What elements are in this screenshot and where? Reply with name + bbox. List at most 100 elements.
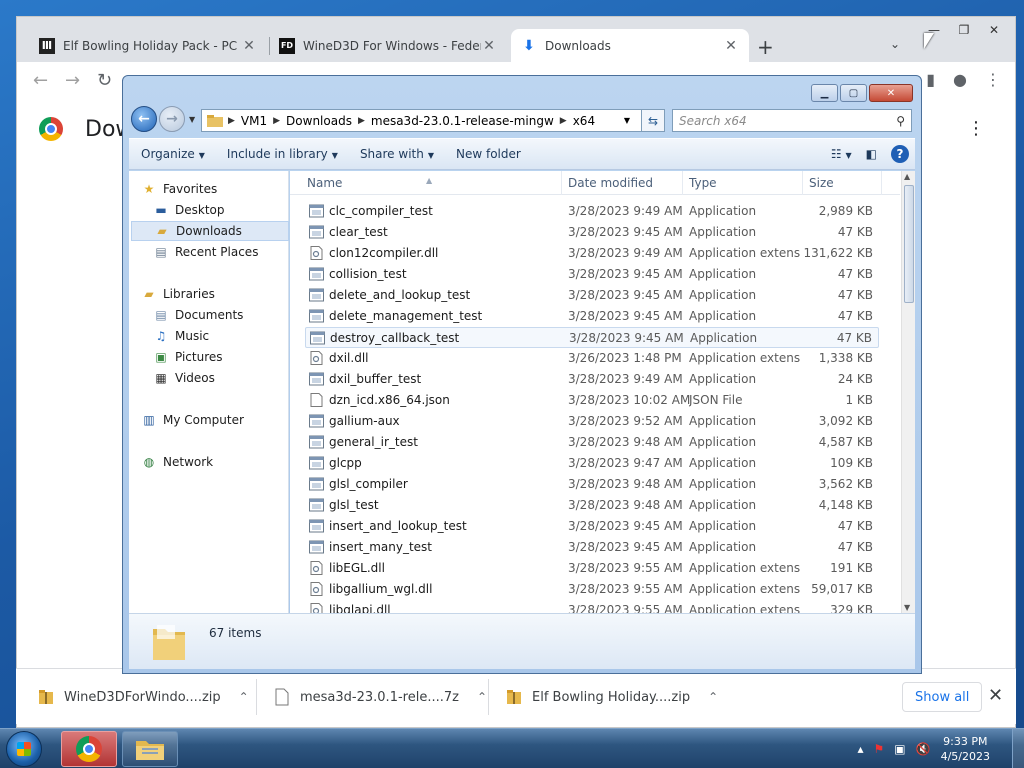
nav-videos[interactable]: ▦ Videos	[153, 368, 287, 388]
volume-muted-icon[interactable]: 🔇	[916, 742, 931, 756]
organize-menu[interactable]: Organize ▼	[141, 147, 205, 161]
chevron-up-icon[interactable]: ⌃	[239, 690, 249, 704]
breadcrumb-separator-icon[interactable]: ▶	[358, 116, 365, 126]
table-row[interactable]: clon12compiler.dll 3/28/2023 9:49 AM Appli…	[305, 243, 879, 264]
download-item[interactable]: WineD3DForWindo....zip ⌃	[38, 681, 249, 713]
search-icon[interactable]: ⚲	[896, 114, 905, 128]
chevron-up-icon[interactable]: ⌃	[708, 690, 718, 704]
help-icon[interactable]: ?	[891, 145, 909, 163]
nav-documents[interactable]: ▤ Documents	[153, 305, 287, 325]
table-row[interactable]: collision_test 3/28/2023 9:45 AM Applicati…	[305, 264, 879, 285]
back-arrow-icon[interactable]: ←	[33, 70, 48, 91]
close-icon[interactable]: ✕	[723, 38, 739, 54]
show-all-button[interactable]: Show all	[902, 682, 983, 712]
clock[interactable]: 9:33 PM 4/5/2023	[941, 734, 990, 764]
action-center-icon[interactable]: ⚑	[874, 742, 885, 756]
download-item[interactable]: mesa3d-23.0.1-rele....7z ⌃	[274, 681, 487, 713]
scroll-down-icon[interactable]: ▼	[904, 603, 910, 612]
more-actions-icon[interactable]: ⋮	[967, 118, 985, 139]
table-row[interactable]: dzn_icd.x86_64.json 3/28/2023 10:02 AM JSO…	[305, 390, 879, 411]
forward-arrow-icon[interactable]: →	[159, 106, 185, 132]
close-icon[interactable]: ✕	[979, 19, 1009, 41]
change-view-icon[interactable]: ☷ ▼	[831, 147, 852, 161]
address-bar[interactable]: ▶ VM1 ▶ Downloads ▶ mesa3d-23.0.1-releas…	[201, 109, 665, 132]
table-row[interactable]: libEGL.dll 3/28/2023 9:55 AM Application e…	[305, 558, 879, 579]
breadcrumb-mesa[interactable]: mesa3d-23.0.1-release-mingw	[371, 114, 554, 128]
close-icon[interactable]: ✕	[481, 38, 497, 54]
column-type[interactable]: Type	[689, 176, 717, 190]
chevron-up-icon[interactable]: ▴	[858, 742, 864, 756]
nav-recent-places[interactable]: ▤ Recent Places	[153, 242, 287, 262]
chevron-up-icon[interactable]: ⌃	[477, 690, 487, 704]
chevron-down-icon[interactable]: ▼	[624, 116, 630, 125]
tab-elf-bowling[interactable]: Ⅲ Elf Bowling Holiday Pack - PC ga ✕	[29, 29, 267, 62]
back-arrow-icon[interactable]: ←	[131, 106, 157, 132]
nav-libraries[interactable]: ▰ Libraries	[141, 284, 299, 304]
nav-desktop[interactable]: ▬ Desktop	[153, 200, 287, 220]
chevron-down-icon[interactable]: ▼	[189, 115, 195, 124]
table-row[interactable]: gallium-aux 3/28/2023 9:52 AM Application 3…	[305, 411, 879, 432]
restore-icon[interactable]: ❐	[949, 19, 979, 41]
column-size[interactable]: Size	[809, 176, 834, 190]
menu-kebab-icon[interactable]: ⋮	[985, 70, 1001, 89]
breadcrumb-downloads[interactable]: Downloads	[286, 114, 352, 128]
maximize-icon[interactable]: ▢	[840, 84, 867, 102]
column-divider[interactable]	[561, 171, 562, 195]
taskbar-chrome-button[interactable]	[61, 731, 117, 767]
profile-avatar-icon[interactable]: ●	[953, 70, 967, 89]
table-row[interactable]: libglapi.dll 3/28/2023 9:55 AM Application…	[305, 600, 879, 613]
table-row[interactable]: insert_many_test 3/28/2023 9:45 AM Applica…	[305, 537, 879, 558]
refresh-icon[interactable]: ⇆	[641, 109, 665, 132]
column-date-modified[interactable]: Date modified	[568, 176, 653, 190]
table-row[interactable]: glsl_compiler 3/28/2023 9:48 AM Applicatio…	[305, 474, 879, 495]
side-panel-icon[interactable]: ▮	[926, 70, 935, 89]
new-tab-button[interactable]: +	[757, 35, 774, 59]
table-row[interactable]: clear_test 3/28/2023 9:45 AM Application 47…	[305, 222, 879, 243]
nav-favorites[interactable]: ★ Favorites	[141, 179, 299, 199]
show-desktop-button[interactable]	[1012, 729, 1024, 768]
table-row[interactable]: insert_and_lookup_test 3/28/2023 9:45 AM A…	[305, 516, 879, 537]
vertical-scrollbar[interactable]: ▲ ▼	[901, 171, 915, 613]
breadcrumb-separator-icon[interactable]: ▶	[273, 116, 280, 126]
tab-winedd3d[interactable]: FD WineD3D For Windows - Federic ✕	[269, 29, 507, 62]
new-folder-button[interactable]: New folder	[456, 147, 521, 161]
table-row[interactable]: delete_management_test 3/28/2023 9:45 AM A…	[305, 306, 879, 327]
table-row[interactable]: general_ir_test 3/28/2023 9:48 AM Applicat…	[305, 432, 879, 453]
column-divider[interactable]	[881, 171, 882, 195]
breadcrumb-vm1[interactable]: VM1	[241, 114, 267, 128]
column-divider[interactable]	[802, 171, 803, 195]
tab-downloads[interactable]: ⬇ Downloads ✕	[511, 29, 749, 62]
download-item[interactable]: Elf Bowling Holiday....zip ⌃	[506, 681, 718, 713]
breadcrumb-separator-icon[interactable]: ▶	[560, 116, 567, 126]
taskbar-explorer-button[interactable]	[122, 731, 178, 767]
nav-pictures[interactable]: ▣ Pictures	[153, 347, 287, 367]
scroll-thumb[interactable]	[904, 185, 914, 303]
tab-search-icon[interactable]: ⌄	[890, 37, 900, 51]
forward-arrow-icon[interactable]: →	[65, 70, 80, 91]
minimize-icon[interactable]: ▁	[811, 84, 838, 102]
breadcrumb-separator-icon[interactable]: ▶	[228, 116, 235, 126]
share-with-menu[interactable]: Share with ▼	[360, 147, 434, 161]
table-row[interactable]: glsl_test 3/28/2023 9:48 AM Application 4,1…	[305, 495, 879, 516]
close-icon[interactable]: ✕	[869, 84, 913, 102]
include-in-library-menu[interactable]: Include in library ▼	[227, 147, 338, 161]
column-name[interactable]: Name	[307, 176, 342, 190]
table-row[interactable]: destroy_callback_test 3/28/2023 9:45 AM Ap…	[305, 327, 879, 348]
start-button[interactable]	[6, 731, 42, 767]
nav-music[interactable]: ♫ Music	[153, 326, 287, 346]
table-row[interactable]: delete_and_lookup_test 3/28/2023 9:45 AM A…	[305, 285, 879, 306]
scroll-up-icon[interactable]: ▲	[904, 172, 910, 181]
table-row[interactable]: dxil.dll 3/26/2023 1:48 PM Application ext…	[305, 348, 879, 369]
close-icon[interactable]: ✕	[241, 38, 257, 54]
breadcrumb-x64[interactable]: x64	[573, 114, 595, 128]
table-row[interactable]: clc_compiler_test 3/28/2023 9:49 AM Applic…	[305, 201, 879, 222]
nav-downloads[interactable]: ▰ Downloads	[131, 221, 289, 241]
column-divider[interactable]	[682, 171, 683, 195]
nav-my-computer[interactable]: ▥ My Computer	[141, 410, 299, 430]
preview-pane-icon[interactable]: ◧	[866, 147, 877, 161]
table-row[interactable]: glcpp 3/28/2023 9:47 AM Application 109 KB	[305, 453, 879, 474]
nav-network[interactable]: ◍ Network	[141, 452, 299, 472]
network-status-icon[interactable]: ▣	[894, 742, 905, 756]
table-row[interactable]: dxil_buffer_test 3/28/2023 9:49 AM Applica…	[305, 369, 879, 390]
table-row[interactable]: libgallium_wgl.dll 3/28/2023 9:55 AM Appli…	[305, 579, 879, 600]
